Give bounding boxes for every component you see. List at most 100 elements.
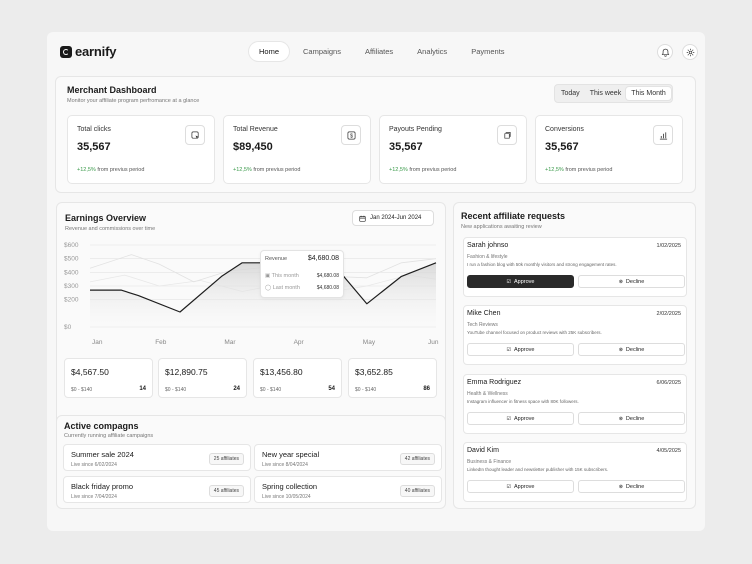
mini-stat-range: $0 - $140 [355, 387, 377, 393]
stat-value: $89,450 [233, 141, 273, 153]
affiliates-badge: 25 affiliates [208, 453, 244, 465]
stat-card-payouts-pending[interactable]: Payouts Pending 35,567 +12,5% from previ… [379, 115, 527, 184]
x-circle-icon: ⊗ [618, 346, 623, 353]
chart-tooltip: Revenue $4,680.08 ▣ This month $4,680.08… [260, 250, 344, 298]
period-today[interactable]: Today [556, 87, 585, 100]
mini-stat-value: $13,456.80 [260, 367, 303, 377]
brand-logo[interactable]: earnify [60, 44, 116, 59]
x-circle-icon: ⊗ [618, 483, 623, 490]
stat-label: Total clicks [77, 126, 111, 133]
request-category: Fashion & lifestyle [467, 254, 508, 260]
request-name: Sarah johnso [467, 242, 509, 249]
mini-stat[interactable]: $3,652.85 $0 - $140 86 [348, 358, 437, 398]
check-icon: ☑ [506, 415, 511, 422]
cursor-click-icon [185, 125, 205, 145]
date-range-picker[interactable]: Jan 2024-Jun 2024 [352, 210, 434, 226]
stat-label: Conversions [545, 126, 584, 133]
stat-value: 35,567 [389, 141, 423, 153]
mini-stat[interactable]: $4,567.50 $0 - $140 14 [64, 358, 153, 398]
campaign-item[interactable]: Spring collection Live since 10/05/2024 … [254, 476, 442, 503]
x-tick-label: May [363, 339, 376, 346]
y-tick-label: $600 [64, 242, 79, 249]
earnings-chart[interactable]: $600 $500 $400 $300 $200 $0 Jan Feb Mar Apr May Ju… [60, 237, 440, 349]
stat-card-conversions[interactable]: Conversions 35,567 +12,5% from previus p… [535, 115, 683, 184]
earnings-subtitle: Revenue and commissions over time [65, 226, 156, 232]
request-category: Tech Reviews [467, 322, 498, 328]
check-icon: ☑ [506, 483, 511, 490]
stat-delta: +12,5% from previus period [77, 167, 145, 173]
campaign-name: New year special [262, 450, 320, 459]
campaigns-subtitle: Currently running affiliate campaigns [64, 433, 154, 439]
dashboard-title: Merchant Dashboard [67, 85, 157, 95]
mini-stat[interactable]: $12,890.75 $0 - $140 24 [158, 358, 247, 398]
decline-button[interactable]: ⊗ Decline [578, 412, 685, 425]
dollar-icon: $ [341, 125, 361, 145]
decline-button[interactable]: ⊗ Decline [578, 480, 685, 493]
campaign-name: Summer sale 2024 [71, 450, 134, 459]
request-name: David Kim [467, 447, 499, 454]
request-item: Emma Rodriguez 6/06/2025 Health & Wellne… [463, 374, 687, 434]
nav-home[interactable]: Home [249, 42, 290, 61]
decline-button[interactable]: ⊗ Decline [578, 343, 685, 356]
approve-button[interactable]: ☑ Approve [467, 343, 574, 356]
stat-card-total-clicks[interactable]: Total clicks 35,567 +12,5% from previus … [67, 115, 215, 184]
request-category: Business & Finance [467, 459, 512, 465]
main-nav: Home Campaigns Affiliates Analytics Paym… [249, 42, 515, 61]
y-tick-label: $500 [64, 256, 79, 263]
request-date: 1/02/2025 [656, 243, 681, 249]
date-range-label: Jan 2024-Jun 2024 [370, 215, 422, 221]
x-circle-icon: ⊗ [618, 278, 623, 285]
approve-button[interactable]: ☑ Approve [467, 412, 574, 425]
request-item: David Kim 4/05/2025 Business & Finance L… [463, 442, 687, 502]
mini-stat-value: $12,890.75 [165, 367, 208, 377]
approve-button[interactable]: ☑ Approve [467, 275, 574, 288]
x-tick-label: Feb [155, 339, 167, 346]
gear-icon[interactable] [682, 44, 698, 60]
x-circle-icon: ⊗ [618, 415, 623, 422]
affiliates-badge: 40 affiliates [399, 485, 435, 497]
period-this-month[interactable]: This Month [626, 87, 671, 100]
tooltip-value: $4,680.08 [316, 285, 339, 291]
nav-payments[interactable]: Payments [461, 42, 514, 61]
request-category: Health & Wellness [467, 391, 508, 397]
check-icon: ☑ [506, 346, 511, 353]
nav-affiliates[interactable]: Affiliates [355, 42, 403, 61]
stat-value: 35,567 [77, 141, 111, 153]
request-description: YouTube channel focused on product revie… [467, 330, 602, 335]
stat-label: Payouts Pending [389, 126, 442, 133]
brand-name: earnify [75, 44, 117, 59]
stat-card-total-revenue[interactable]: Total Revenue $89,450 $ +12,5% from prev… [223, 115, 371, 184]
affiliate-requests-card: Recent affiliate requests New applicatio… [453, 202, 696, 509]
approve-button[interactable]: ☑ Approve [467, 480, 574, 493]
nav-analytics[interactable]: Analytics [407, 42, 457, 61]
top-bar: earnify Home Campaigns Affiliates Analyt… [47, 32, 705, 72]
period-selector: Today This week This Month [554, 84, 673, 103]
mini-stat-count: 14 [139, 386, 146, 392]
y-tick-label: $0 [64, 324, 72, 331]
campaign-since: Live since 10/05/2024 [262, 494, 311, 500]
request-date: 2/02/2025 [656, 311, 681, 317]
mini-stat[interactable]: $13,456.80 $0 - $140 54 [253, 358, 342, 398]
request-name: Mike Chen [467, 310, 501, 317]
nav-campaigns[interactable]: Campaigns [293, 42, 351, 61]
campaign-name: Spring collection [262, 482, 318, 491]
campaign-item[interactable]: Black friday promo Live since 7/04/2024 … [63, 476, 251, 503]
tooltip-total: $4,680.08 [307, 255, 339, 262]
campaign-since: Live since 6/02/2024 [71, 462, 117, 468]
mini-stat-range: $0 - $140 [260, 387, 282, 393]
check-icon: ☑ [506, 278, 511, 285]
mini-stat-range: $0 - $140 [165, 387, 187, 393]
decline-button[interactable]: ⊗ Decline [578, 275, 685, 288]
earnings-title: Earnings Overview [65, 213, 147, 223]
stat-delta: +12,5% from previus period [389, 167, 457, 173]
campaign-item[interactable]: Summer sale 2024 Live since 6/02/2024 25… [63, 444, 251, 471]
campaigns-title: Active compagns [64, 421, 139, 431]
x-tick-label: Mar [224, 339, 236, 346]
request-item: Mike Chen 2/02/2025 Tech Reviews YouTube… [463, 305, 687, 365]
bell-icon[interactable] [657, 44, 673, 60]
period-this-week[interactable]: This week [585, 87, 627, 100]
campaign-item[interactable]: New year special Live since 8/04/2024 42… [254, 444, 442, 471]
requests-title: Recent affiliate requests [461, 211, 566, 221]
x-tick-label: Jun [428, 339, 439, 346]
mini-stat-value: $3,652.85 [355, 367, 393, 377]
